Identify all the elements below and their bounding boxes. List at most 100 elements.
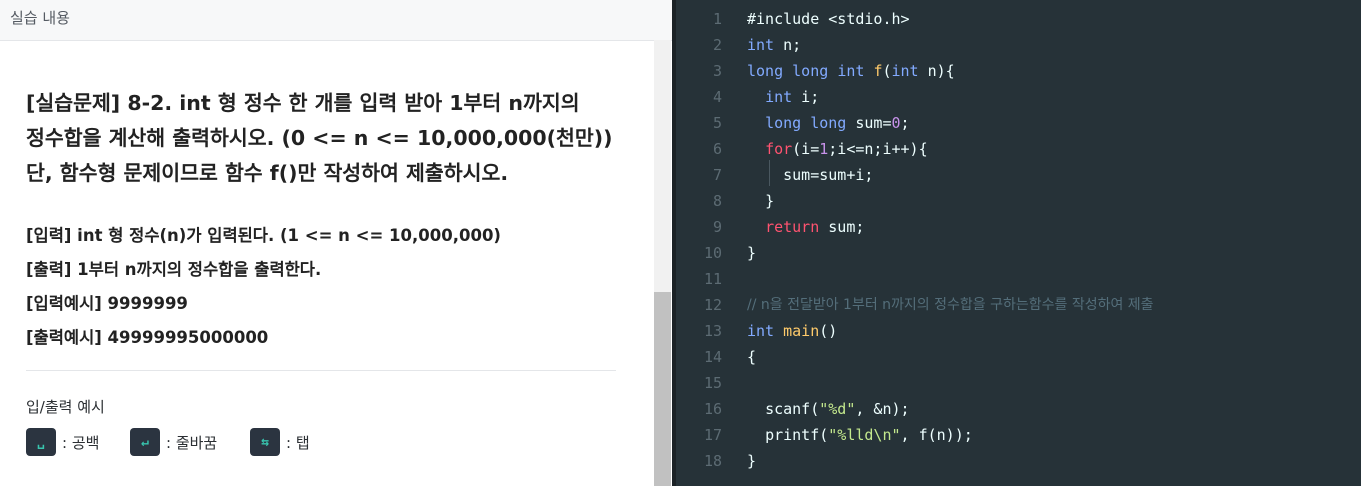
keyword: int bbox=[891, 62, 919, 80]
code-token: , &n); bbox=[855, 400, 910, 418]
line-number: 13 bbox=[703, 322, 722, 340]
string-literal: "%lld\n" bbox=[828, 426, 901, 444]
code-line[interactable]: 9 return sum; bbox=[676, 214, 1361, 240]
code-text[interactable]: int main() bbox=[747, 318, 837, 344]
line-number: 7 bbox=[712, 166, 722, 184]
code-text[interactable]: int i; bbox=[747, 84, 819, 110]
problem-title-line: 단, 함수형 문제이므로 함수 f()만 작성하여 제출하시오. bbox=[26, 161, 509, 185]
code-line[interactable]: 6 for(i=1;i<=n;i++){ bbox=[676, 136, 1361, 162]
code-line[interactable]: 15 bbox=[676, 370, 1361, 396]
code-editor[interactable]: 1 #include <stdio.h> 2 int n; 3 long lon… bbox=[672, 0, 1361, 486]
code-line[interactable]: 12 // n을 전달받아 1부터 n까지의 정수합을 구하는함수를 작성하여 … bbox=[676, 292, 1361, 318]
problem-panel: 실습 내용 [실습문제] 8-2. int 형 정수 한 개를 입력 받아 1부… bbox=[0, 0, 672, 486]
control-keyword: for bbox=[765, 140, 793, 158]
tab-icon: ⇆ bbox=[250, 428, 280, 456]
line-number: 6 bbox=[712, 140, 722, 158]
space-icon: ␣ bbox=[26, 428, 56, 456]
code-token: sum=sum+i; bbox=[783, 166, 874, 184]
line-number: 14 bbox=[703, 348, 722, 366]
include-directive: #include <stdio.h> bbox=[747, 10, 910, 28]
keyword: long bbox=[792, 62, 829, 80]
keyword: long bbox=[747, 62, 784, 80]
code-text[interactable]: } bbox=[747, 448, 756, 474]
code-text[interactable]: int n; bbox=[747, 32, 801, 58]
newline-icon: ↵ bbox=[130, 428, 160, 456]
line-number: 2 bbox=[712, 36, 722, 54]
code-line[interactable]: 5 long long sum=0; bbox=[676, 110, 1361, 136]
code-token: { bbox=[747, 348, 757, 366]
code-text[interactable]: sum=sum+i; bbox=[747, 162, 873, 188]
code-comment[interactable]: // n을 전달받아 1부터 n까지의 정수합을 구하는함수를 작성하여 제출 bbox=[747, 292, 1154, 318]
keyword: int bbox=[765, 88, 793, 106]
number-literal: 0 bbox=[891, 114, 901, 132]
legend-tab-label: : 탭 bbox=[286, 433, 310, 452]
code-token: i; bbox=[792, 88, 820, 106]
code-line[interactable]: 2 int n; bbox=[676, 32, 1361, 58]
line-number: 3 bbox=[712, 62, 722, 80]
divider bbox=[26, 370, 616, 371]
panel-title: 실습 내용 bbox=[10, 9, 70, 27]
code-text[interactable]: printf("%lld\n", f(n)); bbox=[747, 422, 973, 448]
string-literal: "%d" bbox=[819, 400, 856, 418]
problem-description: [입력] int 형 정수(n)가 입력된다. (1 <= n <= 10,00… bbox=[26, 225, 626, 361]
code-text[interactable]: for(i=1;i<=n;i++){ bbox=[747, 136, 928, 162]
legend-newline-label: : 줄바꿈 bbox=[166, 433, 218, 452]
code-token: } bbox=[747, 452, 757, 470]
code-token: () bbox=[819, 322, 838, 340]
problem-title-line: 정수합을 계산해 출력하시오. (0 <= n <= 10,000,000(천만… bbox=[26, 126, 613, 150]
legend-newline: ↵ : 줄바꿈 bbox=[130, 428, 217, 456]
code-text[interactable]: return sum; bbox=[747, 214, 864, 240]
code-line[interactable]: 18 } bbox=[676, 448, 1361, 474]
code-text[interactable]: #include <stdio.h> bbox=[747, 6, 910, 32]
code-line[interactable]: 13 int main() bbox=[676, 318, 1361, 344]
code-text[interactable]: } bbox=[747, 240, 756, 266]
output-example: [출력예시] 49999995000000 bbox=[26, 328, 269, 347]
code-text[interactable]: } bbox=[747, 188, 774, 214]
code-token: (i= bbox=[792, 140, 820, 158]
code-line[interactable]: 8 } bbox=[676, 188, 1361, 214]
code-line[interactable]: 3 long long int f(int n){ bbox=[676, 58, 1361, 84]
code-line[interactable]: 11 bbox=[676, 266, 1361, 292]
code-token: } bbox=[765, 192, 775, 210]
keyword: int bbox=[747, 36, 775, 54]
code-token: ;i<=n;i++){ bbox=[828, 140, 928, 158]
code-token: sum; bbox=[819, 218, 865, 236]
code-line[interactable]: 4 int i; bbox=[676, 84, 1361, 110]
code-text[interactable]: long long sum=0; bbox=[747, 110, 910, 136]
code-line[interactable]: 7 sum=sum+i; bbox=[676, 162, 1361, 188]
code-token: ( bbox=[882, 62, 892, 80]
keyword: int bbox=[837, 62, 865, 80]
keyword: int bbox=[747, 322, 775, 340]
code-text[interactable]: { bbox=[747, 344, 756, 370]
code-token: n){ bbox=[918, 62, 955, 80]
panel-header: 실습 내용 bbox=[0, 0, 672, 41]
number-literal: 1 bbox=[819, 140, 829, 158]
line-number: 18 bbox=[703, 452, 722, 470]
code-line[interactable]: 10 } bbox=[676, 240, 1361, 266]
scrollbar-thumb[interactable] bbox=[654, 292, 671, 486]
line-number: 11 bbox=[703, 270, 722, 288]
legend-space: ␣ : 공백 bbox=[26, 428, 99, 456]
code-line[interactable]: 17 printf("%lld\n", f(n)); bbox=[676, 422, 1361, 448]
problem-content: [실습문제] 8-2. int 형 정수 한 개를 입력 받아 1부터 n까지의… bbox=[26, 86, 626, 361]
code-token: } bbox=[747, 244, 757, 262]
code-token: printf( bbox=[765, 426, 829, 444]
legend-tab: ⇆ : 탭 bbox=[250, 428, 310, 456]
code-token: sum= bbox=[846, 114, 892, 132]
line-number: 9 bbox=[712, 218, 722, 236]
code-line[interactable]: 14 { bbox=[676, 344, 1361, 370]
line-number: 17 bbox=[703, 426, 722, 444]
input-spec: [입력] int 형 정수(n)가 입력된다. (1 <= n <= 10,00… bbox=[26, 226, 501, 245]
line-number: 5 bbox=[712, 114, 722, 132]
code-text[interactable]: long long int f(int n){ bbox=[747, 58, 955, 84]
problem-title-line: [실습문제] 8-2. int 형 정수 한 개를 입력 받아 1부터 n까지의 bbox=[26, 91, 580, 115]
code-line[interactable]: 1 #include <stdio.h> bbox=[676, 6, 1361, 32]
code-token: n; bbox=[774, 36, 802, 54]
code-line[interactable]: 16 scanf("%d", &n); bbox=[676, 396, 1361, 422]
keyword: long bbox=[810, 114, 847, 132]
code-token: , f(n)); bbox=[900, 426, 973, 444]
legend-space-label: : 공백 bbox=[62, 433, 100, 452]
input-example: [입력예시] 9999999 bbox=[26, 294, 188, 313]
panel-scrollbar[interactable] bbox=[654, 40, 671, 486]
code-text[interactable]: scanf("%d", &n); bbox=[747, 396, 910, 422]
